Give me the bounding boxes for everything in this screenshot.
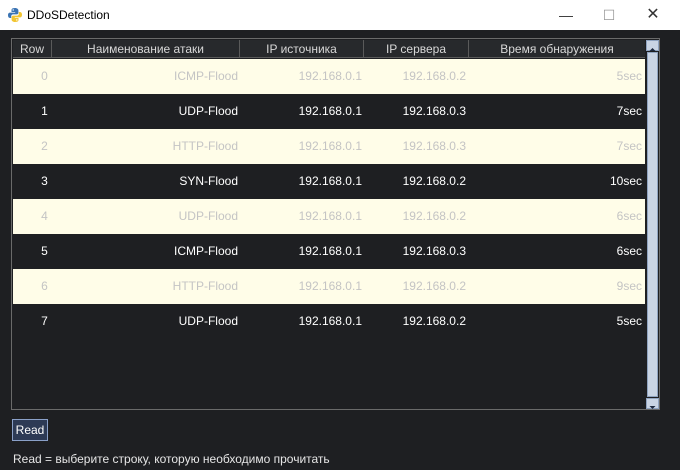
source-ip: 192.168.0.1	[298, 104, 362, 118]
attack-name: UDP-Flood	[178, 104, 238, 118]
detection-time: 6sec	[616, 209, 642, 223]
attack-name: UDP-Flood	[178, 314, 238, 328]
table-header: Row Наименование атаки IP источника IP с…	[13, 40, 645, 58]
table-row[interactable]: 3 SYN-Flood 192.168.0.1 192.168.0.2 10se…	[13, 164, 645, 199]
server-ip: 192.168.0.2	[402, 69, 466, 83]
attack-name: UDP-Flood	[178, 209, 238, 223]
server-ip: 192.168.0.2	[402, 174, 466, 188]
title-bar: DDoSDetection — ☐ ✕	[0, 0, 680, 30]
column-header-time[interactable]: Время обнаружения	[469, 40, 645, 58]
detection-time: 10sec	[609, 174, 642, 188]
source-ip: 192.168.0.1	[298, 209, 362, 223]
vertical-scrollbar[interactable]	[646, 40, 659, 409]
hint-text: Read = выберите строку, которую необходи…	[13, 452, 330, 466]
source-ip: 192.168.0.1	[298, 314, 362, 328]
close-button[interactable]: ✕	[630, 0, 676, 30]
table-row[interactable]: 6 HTTP-Flood 192.168.0.1 192.168.0.2 9se…	[13, 269, 645, 304]
source-ip: 192.168.0.1	[298, 69, 362, 83]
arrow-down-icon	[649, 406, 656, 409]
attack-name: ICMP-Flood	[173, 69, 238, 83]
detection-time: 7sec	[616, 104, 642, 118]
table-row[interactable]: 5 ICMP-Flood 192.168.0.1 192.168.0.3 6se…	[13, 234, 645, 269]
server-ip: 192.168.0.2	[402, 209, 466, 223]
attack-name: ICMP-Flood	[173, 244, 238, 258]
column-header-src-ip[interactable]: IP источника	[240, 40, 364, 58]
detection-time: 9sec	[616, 279, 642, 293]
detection-time: 7sec	[616, 139, 642, 153]
attack-name: HTTP-Flood	[172, 279, 238, 293]
column-header-srv-ip[interactable]: IP сервера	[364, 40, 469, 58]
attack-name: HTTP-Flood	[172, 139, 238, 153]
minimize-button[interactable]: —	[543, 0, 589, 30]
scroll-down-button[interactable]	[646, 398, 659, 409]
server-ip: 192.168.0.3	[402, 244, 466, 258]
column-header-attack[interactable]: Наименование атаки	[52, 40, 240, 58]
scroll-up-button[interactable]	[646, 40, 659, 51]
maximize-button[interactable]: ☐	[586, 0, 632, 30]
python-logo-icon	[8, 8, 22, 22]
attack-name: SYN-Flood	[179, 174, 238, 188]
window-title: DDoSDetection	[27, 8, 110, 22]
source-ip: 192.168.0.1	[298, 139, 362, 153]
source-ip: 192.168.0.1	[298, 174, 362, 188]
detection-time: 5sec	[616, 314, 642, 328]
detection-time: 6sec	[616, 244, 642, 258]
table-row[interactable]: 7 UDP-Flood 192.168.0.1 192.168.0.2 5sec	[13, 304, 645, 339]
table-row[interactable]: 0 ICMP-Flood 192.168.0.1 192.168.0.2 5se…	[13, 59, 645, 94]
read-button[interactable]: Read	[12, 419, 48, 441]
table-row[interactable]: 2 HTTP-Flood 192.168.0.1 192.168.0.3 7se…	[13, 129, 645, 164]
column-header-row[interactable]: Row	[13, 40, 52, 58]
server-ip: 192.168.0.3	[402, 139, 466, 153]
server-ip: 192.168.0.2	[402, 314, 466, 328]
detection-time: 5sec	[616, 69, 642, 83]
attacks-table: Row Наименование атаки IP источника IP с…	[11, 38, 660, 410]
scrollbar-thumb[interactable]	[647, 52, 658, 397]
server-ip: 192.168.0.3	[402, 104, 466, 118]
table-row[interactable]: 1 UDP-Flood 192.168.0.1 192.168.0.3 7sec	[13, 94, 645, 129]
source-ip: 192.168.0.1	[298, 279, 362, 293]
server-ip: 192.168.0.2	[402, 279, 466, 293]
source-ip: 192.168.0.1	[298, 244, 362, 258]
table-row[interactable]: 4 UDP-Flood 192.168.0.1 192.168.0.2 6sec	[13, 199, 645, 234]
